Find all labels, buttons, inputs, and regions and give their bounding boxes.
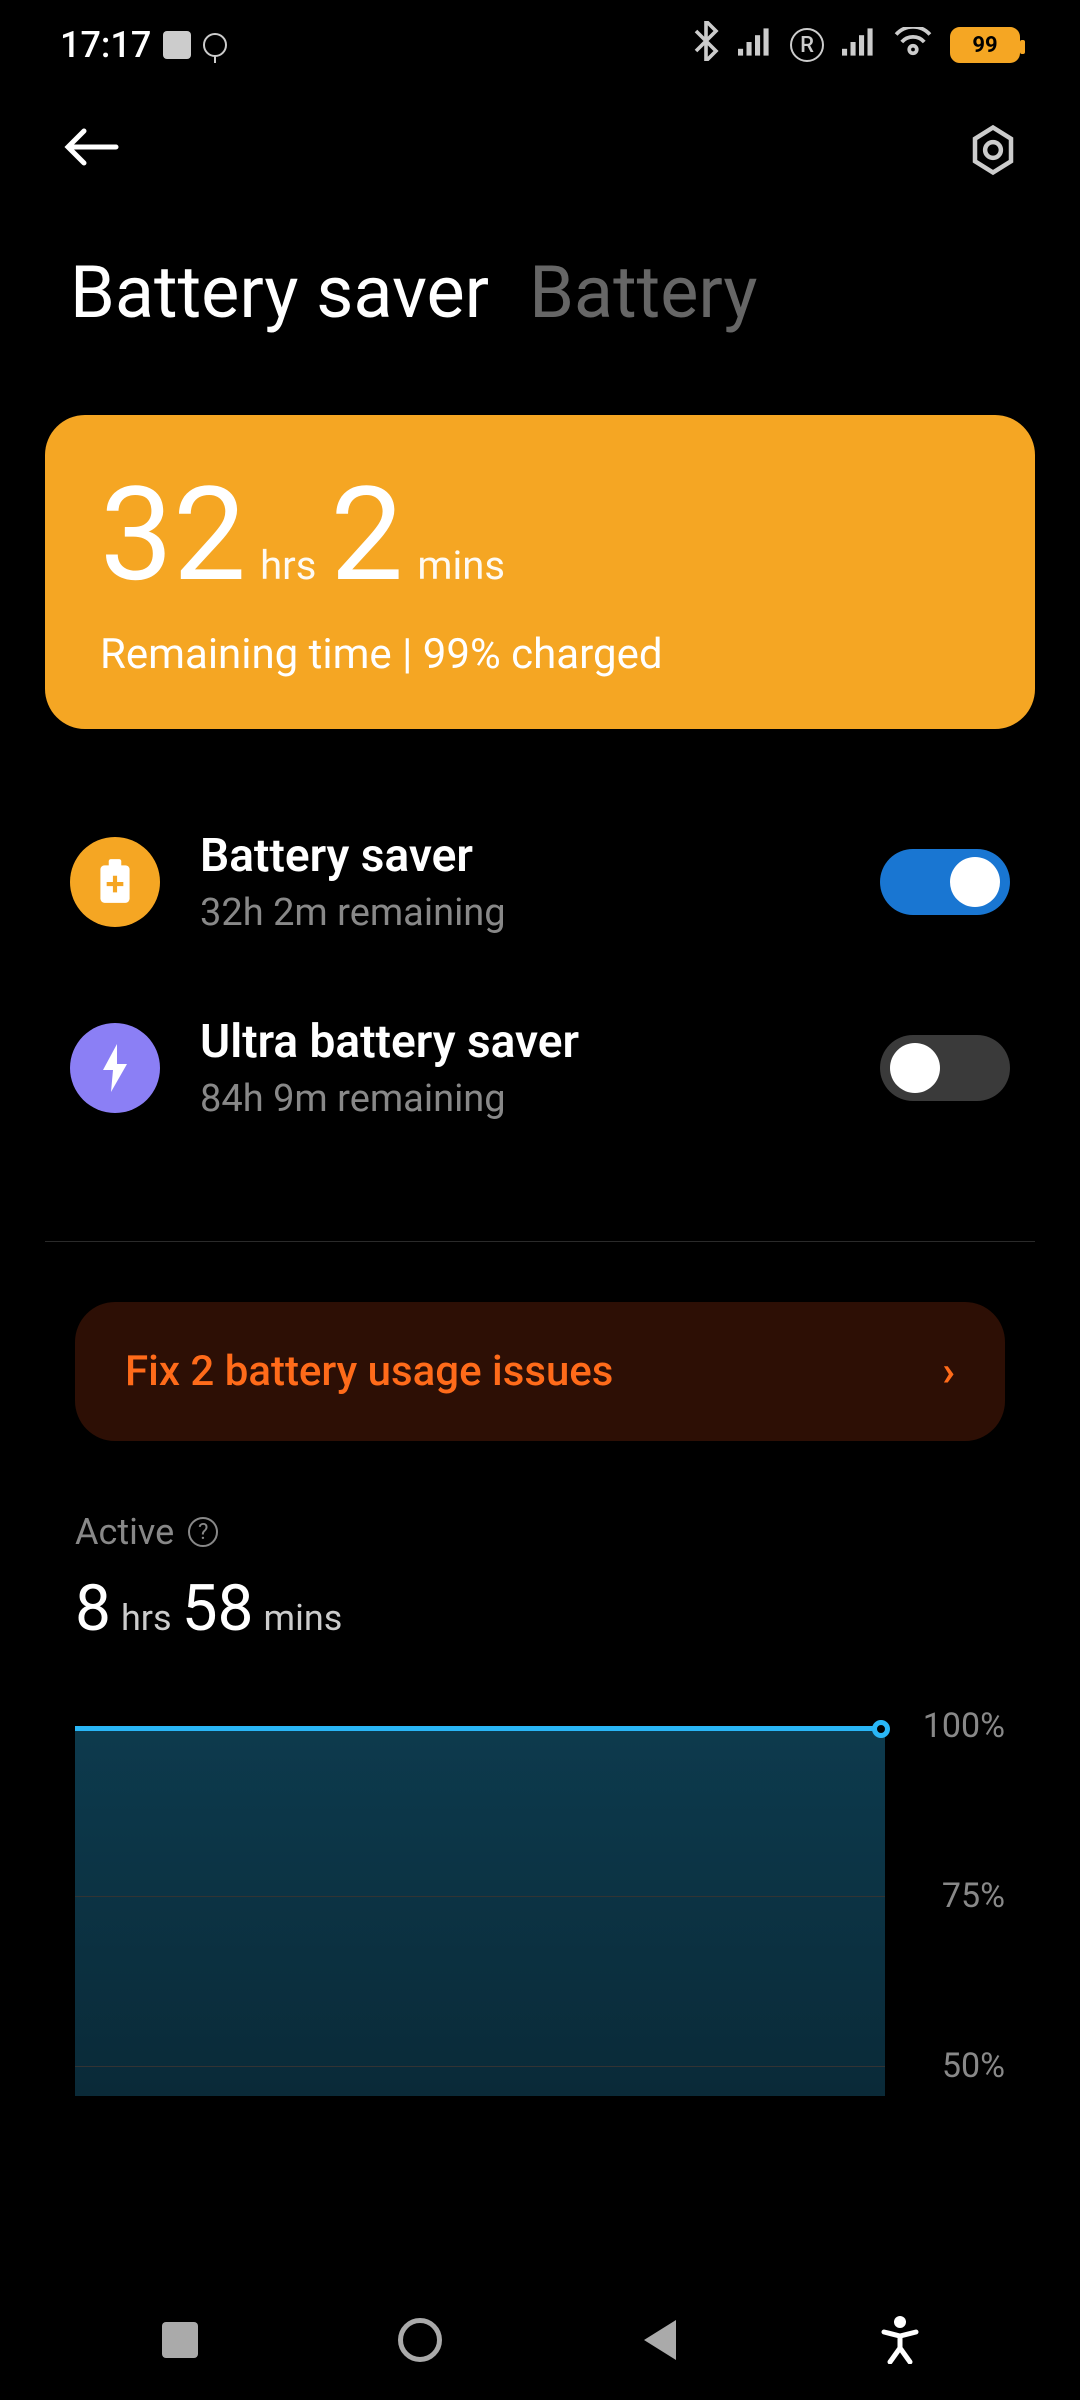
chevron-right-icon: ›: [942, 1347, 955, 1396]
voice-icon: [203, 33, 227, 57]
back-button[interactable]: [60, 115, 120, 186]
y-label-100: 100%: [923, 1706, 1005, 1746]
battery-saver-row[interactable]: Battery saver 32h 2m remaining: [70, 829, 1010, 935]
app-indicator-icon: [163, 31, 191, 59]
settings-button[interactable]: [966, 123, 1020, 177]
hours-unit: hrs: [260, 542, 316, 589]
clock: 17:17: [60, 24, 151, 66]
tab-battery[interactable]: Battery: [529, 250, 757, 335]
modes-list: Battery saver 32h 2m remaining Ultra bat…: [0, 729, 1080, 1241]
remaining-subtitle: Remaining time | 99% charged: [100, 630, 980, 679]
active-mins-unit: mins: [264, 1597, 343, 1639]
recents-button[interactable]: [155, 2315, 205, 2365]
active-mins: 58: [182, 1571, 254, 1646]
remaining-time-card[interactable]: 32 hrs 2 mins Remaining time | 99% charg…: [45, 415, 1035, 729]
back-nav-button[interactable]: [635, 2315, 685, 2365]
signal-2-icon: [842, 24, 876, 66]
gridline-50: [75, 2066, 885, 2067]
mins-unit: mins: [417, 542, 505, 589]
tab-battery-saver[interactable]: Battery saver: [70, 250, 489, 335]
bluetooth-icon: [692, 21, 720, 70]
battery-saver-title: Battery saver: [200, 829, 840, 883]
accessibility-button[interactable]: [875, 2315, 925, 2365]
help-icon[interactable]: ?: [188, 1517, 218, 1547]
ultra-saver-icon: [70, 1023, 160, 1113]
home-button[interactable]: [395, 2315, 445, 2365]
tabs: Battery saver Battery: [0, 210, 1080, 365]
battery-saver-icon: [70, 837, 160, 927]
active-hours: 8: [75, 1571, 111, 1646]
status-left: 17:17: [60, 24, 227, 66]
active-label-row: Active ?: [75, 1511, 1005, 1553]
divider: [45, 1241, 1035, 1242]
y-label-50: 50%: [942, 2046, 1005, 2086]
battery-saver-toggle[interactable]: [880, 849, 1010, 915]
fix-issues-label: Fix 2 battery usage issues: [125, 1347, 613, 1396]
gridline-75: [75, 1896, 885, 1897]
navigation-bar: [0, 2280, 1080, 2400]
ultra-saver-sub: 84h 9m remaining: [200, 1077, 840, 1121]
ultra-saver-row[interactable]: Ultra battery saver 84h 9m remaining: [70, 1015, 1010, 1121]
ultra-saver-title: Ultra battery saver: [200, 1015, 840, 1069]
header: [0, 90, 1080, 210]
battery-saver-sub: 32h 2m remaining: [200, 891, 840, 935]
battery-icon: 99: [950, 27, 1020, 63]
wifi-icon: [894, 24, 932, 66]
active-time-value: 8 hrs 58 mins: [75, 1571, 1005, 1646]
battery-chart[interactable]: 100% 75% 50%: [75, 1726, 1005, 2096]
fix-issues-button[interactable]: Fix 2 battery usage issues ›: [75, 1302, 1005, 1441]
remaining-time-value: 32 hrs 2 mins: [100, 470, 980, 600]
battery-saver-text: Battery saver 32h 2m remaining: [200, 829, 840, 935]
chart-current-point-icon: [872, 1720, 890, 1738]
active-hours-unit: hrs: [121, 1597, 172, 1639]
active-section: Active ? 8 hrs 58 mins: [0, 1441, 1080, 1646]
ultra-saver-toggle[interactable]: [880, 1035, 1010, 1101]
status-right: R 99: [692, 21, 1020, 70]
roaming-icon: R: [790, 28, 824, 62]
ultra-saver-text: Ultra battery saver 84h 9m remaining: [200, 1015, 840, 1121]
signal-1-icon: [738, 24, 772, 66]
remaining-mins: 2: [330, 470, 403, 600]
chart-area: [75, 1726, 885, 2096]
status-bar: 17:17 R 99: [0, 0, 1080, 90]
y-label-75: 75%: [942, 1876, 1005, 1916]
active-label: Active: [75, 1511, 174, 1553]
remaining-hours: 32: [100, 470, 246, 600]
